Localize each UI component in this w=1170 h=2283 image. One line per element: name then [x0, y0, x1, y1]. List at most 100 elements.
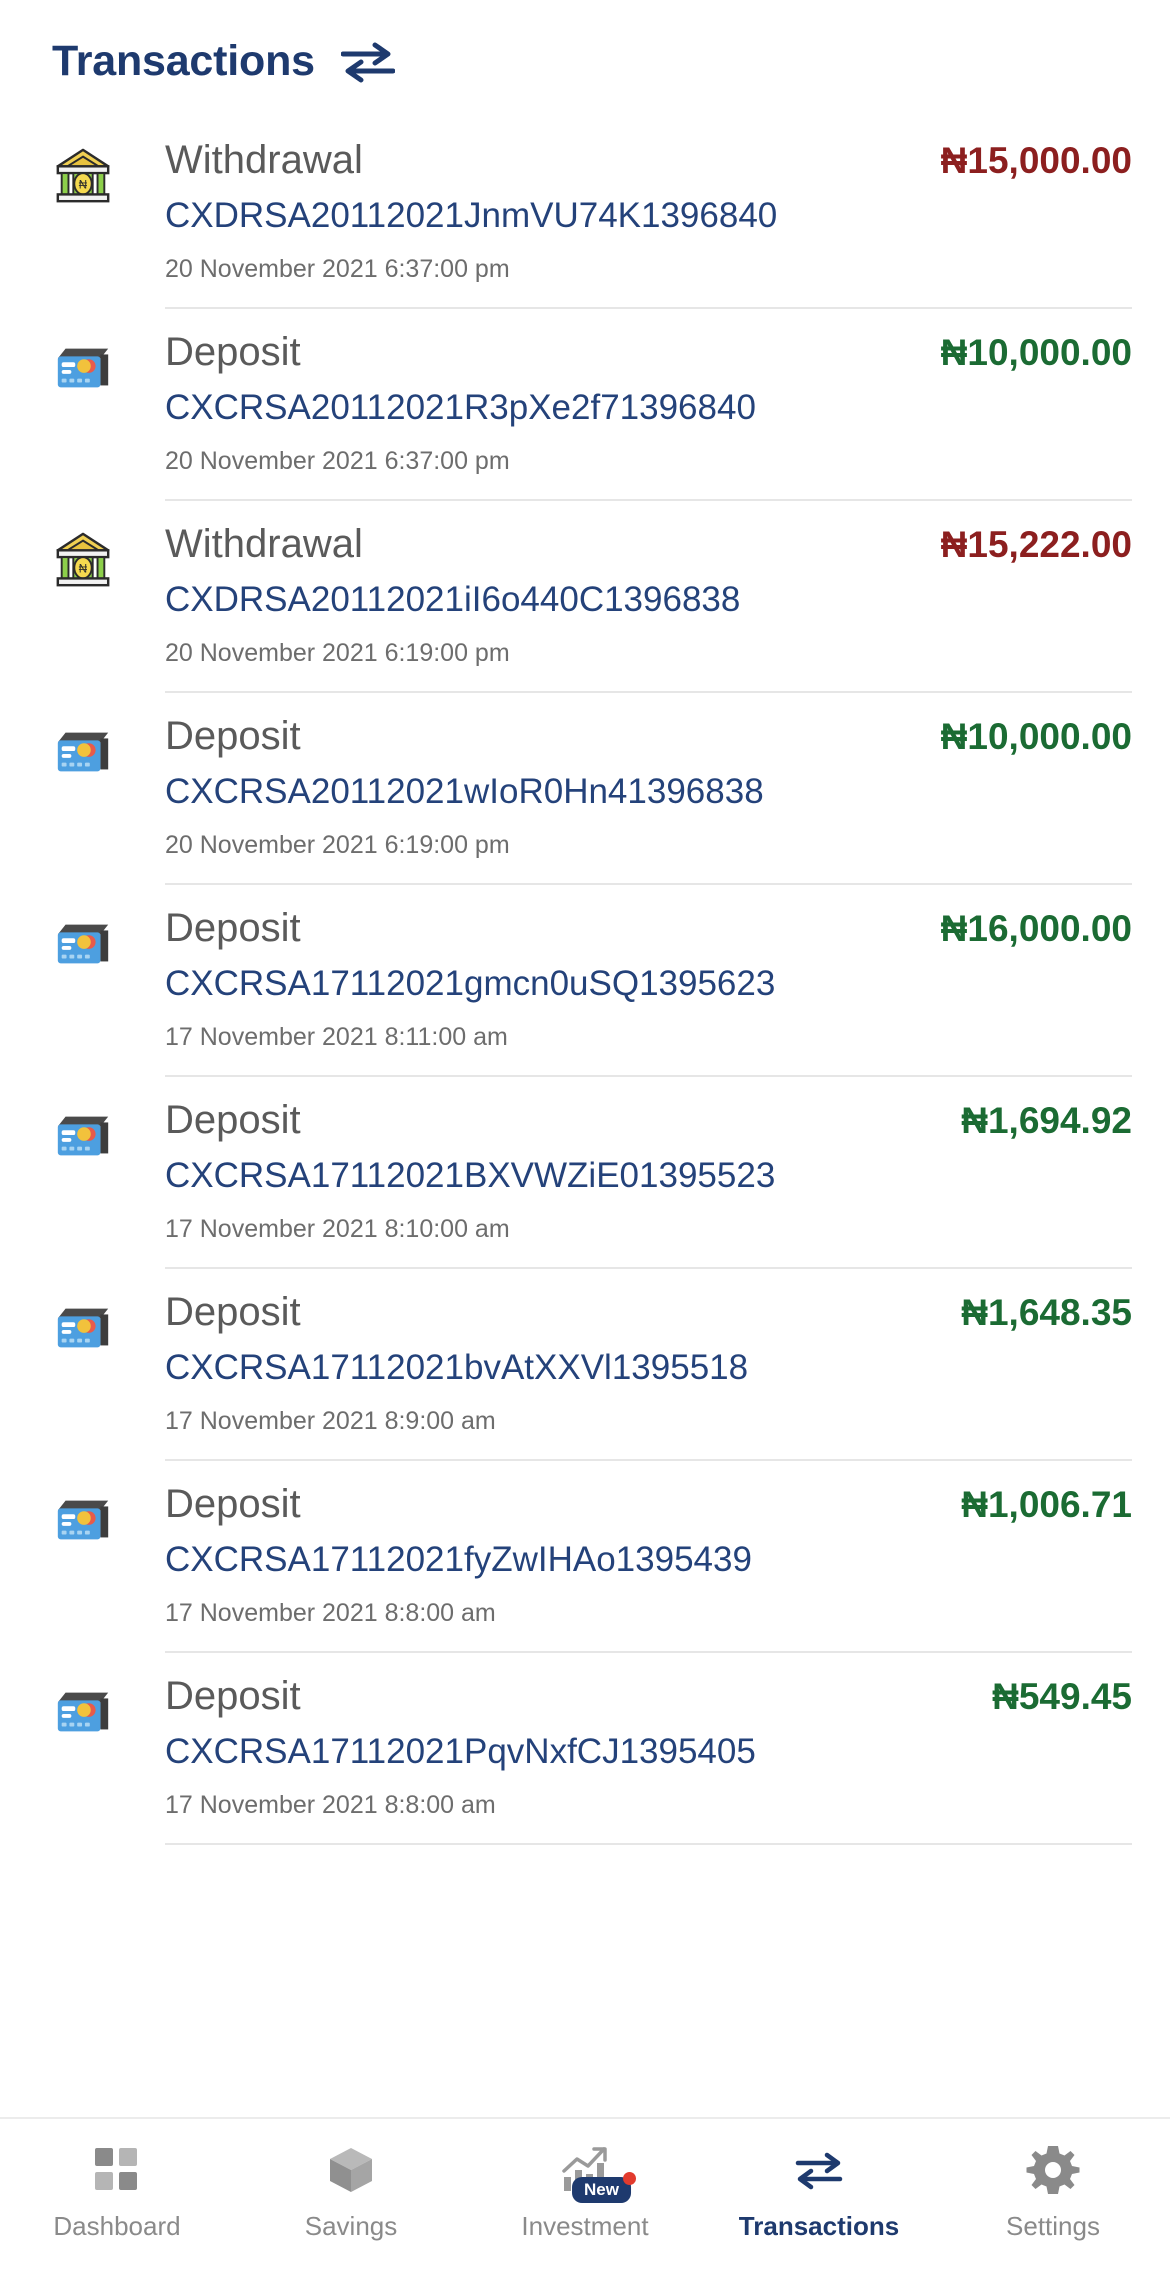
- transaction-reference[interactable]: CXCRSA17112021bvAtXXVl1395518: [165, 1345, 1132, 1391]
- page-header: Transactions: [0, 0, 1170, 117]
- transaction-title: Deposit: [165, 1098, 301, 1142]
- transaction-amount: ₦10,000.00: [940, 332, 1132, 373]
- nav-label-settings: Settings: [1006, 2211, 1100, 2241]
- transaction-details: Deposit ₦549.45 CXCRSA17112021PqvNxfCJ13…: [165, 1653, 1132, 1845]
- credit-card-icon: [57, 348, 108, 388]
- transaction-date: 17 November 2021 8:9:00 am: [165, 1406, 496, 1435]
- transaction-amount: ₦15,222.00: [940, 524, 1132, 565]
- nav-label-investment: Investment: [521, 2211, 649, 2241]
- transaction-reference[interactable]: CXCRSA20112021R3pXe2f71396840: [165, 385, 1132, 431]
- transaction-row[interactable]: Deposit ₦549.45 CXCRSA17112021PqvNxfCJ13…: [0, 1653, 1170, 1845]
- nav-item-investment[interactable]: New Investment: [468, 2143, 702, 2239]
- transaction-title: Deposit: [165, 714, 301, 758]
- transaction-date: 17 November 2021 8:10:00 am: [165, 1214, 510, 1243]
- transactions-screen: Transactions ₦ Withdrawal ₦15,000.00 CXD…: [0, 0, 1170, 2283]
- transaction-icon-slot: [0, 693, 165, 783]
- transaction-summary: Deposit ₦1,648.35: [165, 1287, 1132, 1337]
- transaction-date: 17 November 2021 8:8:00 am: [165, 1790, 496, 1819]
- transaction-details: Deposit ₦1,006.71 CXCRSA17112021fyZwIHAo…: [165, 1461, 1132, 1653]
- transaction-amount: ₦1,648.35: [961, 1292, 1132, 1333]
- credit-card-icon: [57, 1500, 108, 1540]
- nav-item-transactions[interactable]: Transactions: [702, 2143, 936, 2239]
- transaction-amount: ₦1,006.71: [961, 1484, 1132, 1525]
- transaction-row[interactable]: Deposit ₦1,648.35 CXCRSA17112021bvAtXXVl…: [0, 1269, 1170, 1461]
- transaction-summary: Deposit ₦16,000.00: [165, 903, 1132, 953]
- transaction-row[interactable]: Deposit ₦16,000.00 CXCRSA17112021gmcn0uS…: [0, 885, 1170, 1077]
- transaction-row[interactable]: ₦ Withdrawal ₦15,000.00 CXDRSA20112021Jn…: [0, 117, 1170, 309]
- transaction-icon-slot: ₦: [0, 501, 165, 591]
- transaction-reference[interactable]: CXDRSA20112021iI6o440C1396838: [165, 577, 1132, 623]
- transaction-details: Withdrawal ₦15,000.00 CXDRSA20112021JnmV…: [165, 117, 1132, 309]
- transaction-reference[interactable]: CXCRSA17112021fyZwIHAo1395439: [165, 1537, 1132, 1583]
- credit-card-icon: [57, 1692, 108, 1732]
- credit-card-icon: [57, 732, 108, 772]
- new-badge: New: [572, 2172, 636, 2203]
- transaction-icon-slot: [0, 885, 165, 975]
- transaction-title: Deposit: [165, 906, 301, 950]
- transaction-title: Withdrawal: [165, 522, 363, 566]
- transaction-details: Withdrawal ₦15,222.00 CXDRSA20112021iI6o…: [165, 501, 1132, 693]
- transaction-reference[interactable]: CXCRSA17112021BXVWZiE01395523: [165, 1153, 1132, 1199]
- page-title: Transactions: [52, 37, 315, 85]
- transaction-list[interactable]: ₦ Withdrawal ₦15,000.00 CXDRSA20112021Jn…: [0, 117, 1170, 2117]
- transaction-summary: Deposit ₦549.45: [165, 1671, 1132, 1721]
- transaction-summary: Withdrawal ₦15,222.00: [165, 519, 1132, 569]
- transaction-icon-slot: ₦: [0, 117, 165, 207]
- svg-text:₦: ₦: [78, 179, 87, 192]
- bottom-navigation: Dashboard Savings New Investment Transac…: [0, 2117, 1170, 2283]
- transaction-icon-slot: [0, 1269, 165, 1359]
- transaction-row[interactable]: Deposit ₦1,694.92 CXCRSA17112021BXVWZiE0…: [0, 1077, 1170, 1269]
- svg-text:₦: ₦: [78, 563, 87, 576]
- swap-arrows-icon: [340, 42, 395, 82]
- transaction-reference[interactable]: CXDRSA20112021JnmVU74K1396840: [165, 193, 1132, 239]
- transaction-details: Deposit ₦1,694.92 CXCRSA17112021BXVWZiE0…: [165, 1077, 1132, 1269]
- transaction-details: Deposit ₦10,000.00 CXCRSA20112021R3pXe2f…: [165, 309, 1132, 501]
- transaction-reference[interactable]: CXCRSA17112021PqvNxfCJ1395405: [165, 1729, 1132, 1775]
- transaction-reference[interactable]: CXCRSA20112021wIoR0Hn41396838: [165, 769, 1132, 815]
- transaction-date: 20 November 2021 6:37:00 pm: [165, 254, 510, 283]
- transaction-details: Deposit ₦10,000.00 CXCRSA20112021wIoR0Hn…: [165, 693, 1132, 885]
- transaction-date: 17 November 2021 8:8:00 am: [165, 1598, 496, 1627]
- transaction-icon-slot: [0, 1461, 165, 1551]
- transaction-summary: Deposit ₦10,000.00: [165, 711, 1132, 761]
- bank-building-icon: ₦: [56, 148, 109, 203]
- nav-label-transactions: Transactions: [738, 2211, 900, 2241]
- transaction-reference[interactable]: CXCRSA17112021gmcn0uSQ1395623: [165, 961, 1132, 1007]
- transaction-amount: ₦1,694.92: [961, 1100, 1132, 1141]
- transaction-summary: Deposit ₦1,006.71: [165, 1479, 1132, 1529]
- transaction-icon-slot: [0, 1077, 165, 1167]
- credit-card-icon: [57, 1116, 108, 1156]
- transaction-date: 17 November 2021 8:11:00 am: [165, 1022, 508, 1051]
- nav-label-dashboard: Dashboard: [53, 2211, 181, 2241]
- credit-card-icon: [57, 1308, 108, 1348]
- transaction-details: Deposit ₦16,000.00 CXCRSA17112021gmcn0uS…: [165, 885, 1132, 1077]
- transaction-title: Deposit: [165, 330, 301, 374]
- transaction-title: Deposit: [165, 1674, 301, 1718]
- nav-item-savings[interactable]: Savings: [234, 2143, 468, 2239]
- transaction-date: 20 November 2021 6:19:00 pm: [165, 638, 510, 667]
- transaction-amount: ₦16,000.00: [940, 908, 1132, 949]
- transaction-icon-slot: [0, 1653, 165, 1743]
- grid-dashboard-icon: [95, 2148, 137, 2190]
- transaction-row[interactable]: Deposit ₦1,006.71 CXCRSA17112021fyZwIHAo…: [0, 1461, 1170, 1653]
- transaction-row[interactable]: ₦ Withdrawal ₦15,222.00 CXDRSA20112021iI…: [0, 501, 1170, 693]
- nav-item-settings[interactable]: Settings: [936, 2143, 1170, 2239]
- transaction-title: Withdrawal: [165, 138, 363, 182]
- transaction-title: Deposit: [165, 1482, 301, 1526]
- transaction-amount: ₦15,000.00: [940, 140, 1132, 181]
- transaction-icon-slot: [0, 309, 165, 399]
- transaction-date: 20 November 2021 6:37:00 pm: [165, 446, 510, 475]
- transaction-summary: Deposit ₦1,694.92: [165, 1095, 1132, 1145]
- transaction-row[interactable]: Deposit ₦10,000.00 CXCRSA20112021wIoR0Hn…: [0, 693, 1170, 885]
- transaction-amount: ₦549.45: [992, 1676, 1132, 1717]
- nav-label-savings: Savings: [304, 2211, 398, 2241]
- transaction-title: Deposit: [165, 1290, 301, 1334]
- nav-item-dashboard[interactable]: Dashboard: [0, 2143, 234, 2239]
- transaction-summary: Deposit ₦10,000.00: [165, 327, 1132, 377]
- transaction-amount: ₦10,000.00: [940, 716, 1132, 757]
- gear-icon: [1026, 2146, 1080, 2194]
- cube-box-icon: [330, 2148, 372, 2192]
- transaction-date: 20 November 2021 6:19:00 pm: [165, 830, 510, 859]
- transaction-row[interactable]: Deposit ₦10,000.00 CXCRSA20112021R3pXe2f…: [0, 309, 1170, 501]
- transaction-details: Deposit ₦1,648.35 CXCRSA17112021bvAtXXVl…: [165, 1269, 1132, 1461]
